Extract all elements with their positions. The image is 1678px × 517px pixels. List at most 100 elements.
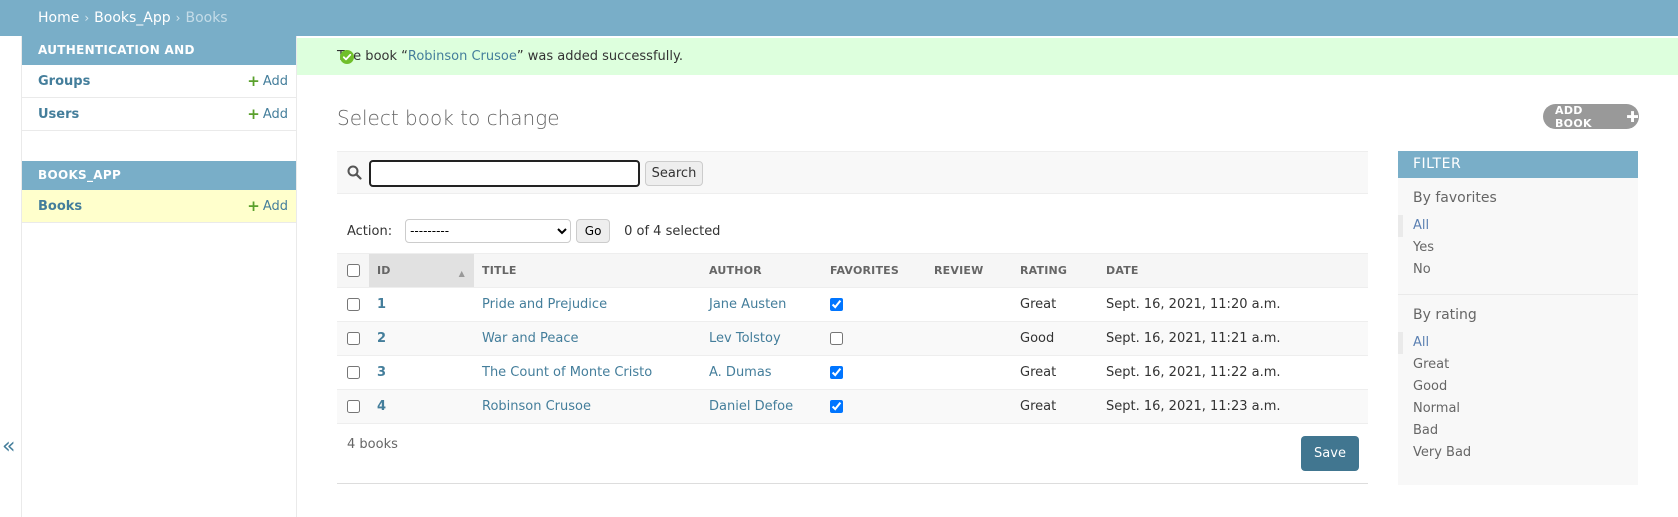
action-select[interactable]: --------- — [405, 219, 572, 243]
author-link[interactable]: Jane Austen — [709, 297, 786, 312]
plus-icon: + — [247, 196, 260, 215]
column-header-review[interactable]: REVIEW — [926, 253, 1012, 288]
column-header-id[interactable]: ID ▲ — [369, 253, 474, 288]
select-all-header — [337, 253, 369, 288]
filter-divider — [1398, 294, 1638, 295]
column-header-rating[interactable]: RATING — [1012, 253, 1098, 288]
go-button[interactable]: Go — [576, 219, 611, 243]
review-cell — [926, 389, 1012, 424]
book-title-link[interactable]: Pride and Prejudice — [482, 297, 607, 312]
add-label: Add — [262, 73, 288, 89]
breadcrumb: Home › Books_App › Books — [0, 0, 1678, 36]
column-header-date[interactable]: DATE — [1098, 253, 1368, 288]
table-header-row: ID ▲ TITLE AUTHOR FAVORITES REVIEW RATIN… — [337, 253, 1368, 288]
module-caption-auth[interactable]: AUTHENTICATION AND AUTHORIZATION — [22, 36, 296, 86]
favorites-cell — [822, 389, 926, 424]
column-header-author[interactable]: AUTHOR — [701, 253, 822, 288]
author-cell: Daniel Defoe — [701, 389, 822, 424]
author-link[interactable]: Daniel Defoe — [709, 399, 793, 414]
add-book-button[interactable]: ADD BOOK ✚ — [1543, 103, 1639, 130]
module-spacer — [22, 131, 296, 161]
title-cell: The Count of Monte Cristo — [474, 355, 701, 390]
column-header-favorites[interactable]: FAVORITES — [822, 253, 926, 288]
date-cell: Sept. 16, 2021, 11:20 a.m. — [1098, 287, 1368, 322]
review-cell — [926, 355, 1012, 390]
book-id-link[interactable]: 1 — [377, 297, 386, 312]
page-title: Select book to change — [337, 106, 560, 130]
filter-group-favorites: All Yes No — [1398, 215, 1638, 281]
search-input[interactable] — [369, 160, 640, 187]
filter-option-bad[interactable]: Bad — [1398, 420, 1638, 442]
book-id-link[interactable]: 4 — [377, 399, 386, 414]
row-select-cell — [337, 389, 369, 424]
rating-cell: Great — [1012, 355, 1098, 390]
date-cell: Sept. 16, 2021, 11:22 a.m. — [1098, 355, 1368, 390]
filter-option-no[interactable]: No — [1398, 259, 1638, 281]
row-select-checkbox[interactable] — [347, 400, 360, 413]
message-book-link[interactable]: Robinson Crusoe — [408, 49, 517, 64]
result-count: 4 books — [347, 437, 398, 452]
add-groups-link[interactable]: + Add — [247, 73, 288, 89]
filter-option-very-bad[interactable]: Very Bad — [1398, 442, 1638, 464]
id-cell: 2 — [369, 321, 474, 356]
favorite-checkbox[interactable] — [830, 332, 843, 345]
sidebar-nav: AUTHENTICATION AND AUTHORIZATION Groups … — [21, 36, 297, 517]
author-cell: A. Dumas — [701, 355, 822, 390]
sidebar-item-users: Users + Add — [22, 98, 296, 131]
table-row: 3 The Count of Monte Cristo A. Dumas Gre… — [337, 355, 1368, 390]
search-toolbar: Search — [337, 151, 1368, 194]
column-header-label: ID — [377, 264, 391, 277]
filter-group-rating-title: By rating — [1413, 307, 1477, 323]
breadcrumb-separator: › — [84, 11, 90, 25]
filter-option-normal[interactable]: Normal — [1398, 398, 1638, 420]
favorites-cell — [822, 355, 926, 390]
sort-ascending-icon[interactable]: ▲ — [459, 269, 465, 278]
breadcrumb-current: Books — [185, 10, 228, 26]
favorites-cell — [822, 321, 926, 356]
plus-icon: ✚ — [1626, 107, 1639, 126]
favorite-checkbox[interactable] — [830, 400, 843, 413]
action-counter: 0 of 4 selected — [624, 223, 721, 239]
column-header-title[interactable]: TITLE — [474, 253, 701, 288]
review-cell — [926, 321, 1012, 356]
row-select-checkbox[interactable] — [347, 332, 360, 345]
favorite-checkbox[interactable] — [830, 298, 843, 311]
date-cell: Sept. 16, 2021, 11:23 a.m. — [1098, 389, 1368, 424]
book-title-link[interactable]: War and Peace — [482, 331, 579, 346]
action-label: Action: — [347, 223, 393, 239]
filter-option-all[interactable]: All — [1398, 332, 1638, 354]
sidebar-item-books: Books + Add — [22, 190, 296, 223]
plus-icon: + — [247, 104, 260, 123]
sidebar-item-books-link[interactable]: Books — [38, 199, 82, 214]
author-link[interactable]: A. Dumas — [709, 365, 772, 380]
sidebar-collapse-toggle[interactable]: « — [2, 434, 15, 459]
sidebar-item-users-link[interactable]: Users — [38, 107, 79, 122]
breadcrumb-app[interactable]: Books_App — [94, 10, 171, 26]
add-book-label: ADD BOOK — [1555, 103, 1592, 130]
breadcrumb-separator: › — [175, 11, 181, 25]
filter-option-good[interactable]: Good — [1398, 376, 1638, 398]
book-id-link[interactable]: 3 — [377, 365, 386, 380]
sidebar-item-groups-link[interactable]: Groups — [38, 74, 90, 89]
success-message: The book “Robinson Crusoe” was added suc… — [297, 38, 1678, 75]
book-title-link[interactable]: The Count of Monte Cristo — [482, 365, 652, 380]
filter-option-all[interactable]: All — [1398, 215, 1638, 237]
filter-option-yes[interactable]: Yes — [1398, 237, 1638, 259]
date-cell: Sept. 16, 2021, 11:21 a.m. — [1098, 321, 1368, 356]
book-id-link[interactable]: 2 — [377, 331, 386, 346]
book-title-link[interactable]: Robinson Crusoe — [482, 399, 591, 414]
breadcrumb-home[interactable]: Home — [38, 10, 79, 26]
save-button[interactable]: Save — [1301, 436, 1359, 471]
favorite-checkbox[interactable] — [830, 366, 843, 379]
row-select-checkbox[interactable] — [347, 366, 360, 379]
search-button[interactable]: Search — [645, 161, 703, 186]
add-users-link[interactable]: + Add — [247, 104, 288, 123]
author-link[interactable]: Lev Tolstoy — [709, 331, 781, 346]
select-all-checkbox[interactable] — [347, 264, 360, 278]
module-caption-books-app[interactable]: BOOKS_APP — [22, 161, 296, 190]
actions-bar: Action: --------- Go 0 of 4 selected — [347, 219, 720, 243]
add-books-link[interactable]: + Add — [247, 196, 288, 215]
row-select-checkbox[interactable] — [347, 298, 360, 311]
id-cell: 3 — [369, 355, 474, 390]
filter-option-great[interactable]: Great — [1398, 354, 1638, 376]
